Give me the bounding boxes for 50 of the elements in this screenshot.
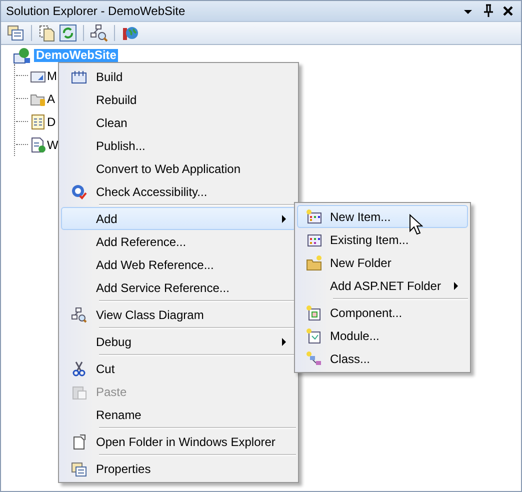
properties-icon[interactable] (7, 24, 25, 42)
menu-item[interactable]: New Folder (297, 251, 468, 274)
menu-item[interactable]: Rename (61, 403, 296, 426)
tree-item[interactable]: W (47, 138, 58, 152)
refresh-icon[interactable] (59, 24, 77, 42)
scissors-icon (71, 360, 87, 376)
new-component-icon (306, 304, 322, 320)
menu-item[interactable]: Check Accessibility... (61, 180, 296, 203)
menu-item[interactable]: Publish... (61, 134, 296, 157)
menu-item[interactable]: Class... (297, 347, 468, 370)
tree-item[interactable]: M (47, 68, 57, 82)
menu-item[interactable]: Debug (61, 330, 296, 353)
menu-item[interactable]: Add ASP.NET Folder (297, 274, 468, 297)
globe-icon[interactable] (121, 24, 139, 42)
tree-item[interactable]: D (47, 114, 56, 128)
pin-icon[interactable] (481, 4, 495, 18)
tree-item[interactable]: A (47, 92, 56, 106)
menu-item[interactable]: New Item... (297, 205, 468, 228)
menu-item[interactable]: Open Folder in Windows Explorer (61, 430, 296, 453)
menu-item[interactable]: Cut (61, 357, 296, 380)
menu-item[interactable]: Add (61, 207, 296, 230)
diagram-search-icon[interactable] (90, 24, 108, 42)
menu-item[interactable]: Add Service Reference... (61, 276, 296, 299)
menu-item[interactable]: Add Reference... (61, 230, 296, 253)
menu-item[interactable]: Add Web Reference... (61, 253, 296, 276)
documents-icon[interactable] (38, 24, 56, 42)
menu-item[interactable]: Component... (297, 301, 468, 324)
page-icon (30, 114, 46, 130)
new-class-icon (306, 350, 322, 366)
menu-item[interactable]: Properties (61, 457, 296, 480)
mouse-cursor-icon (409, 214, 423, 235)
document-arrow-icon (71, 434, 87, 450)
menu-item[interactable]: Clean (61, 111, 296, 134)
menu-item[interactable]: Convert to Web Application (61, 157, 296, 180)
new-grid-icon (306, 208, 322, 224)
diagram-search-icon (71, 306, 87, 322)
menu-item[interactable]: Rebuild (61, 88, 296, 111)
window-title: Solution Explorer - DemoWebSite (6, 4, 186, 18)
menu-item[interactable]: View Class Diagram (61, 303, 296, 326)
menu-item[interactable]: Module... (297, 324, 468, 347)
document-globe-icon (30, 136, 46, 152)
new-folder-icon (306, 254, 322, 270)
check-badge-icon (71, 184, 87, 200)
new-module-icon (306, 328, 322, 344)
website-globe-icon (13, 46, 31, 64)
clipboard-icon (71, 384, 87, 400)
menu-item[interactable]: Build (61, 65, 296, 88)
close-icon[interactable] (501, 4, 515, 18)
menu-item[interactable]: Existing Item... (297, 228, 468, 251)
properties-icon (71, 460, 87, 476)
